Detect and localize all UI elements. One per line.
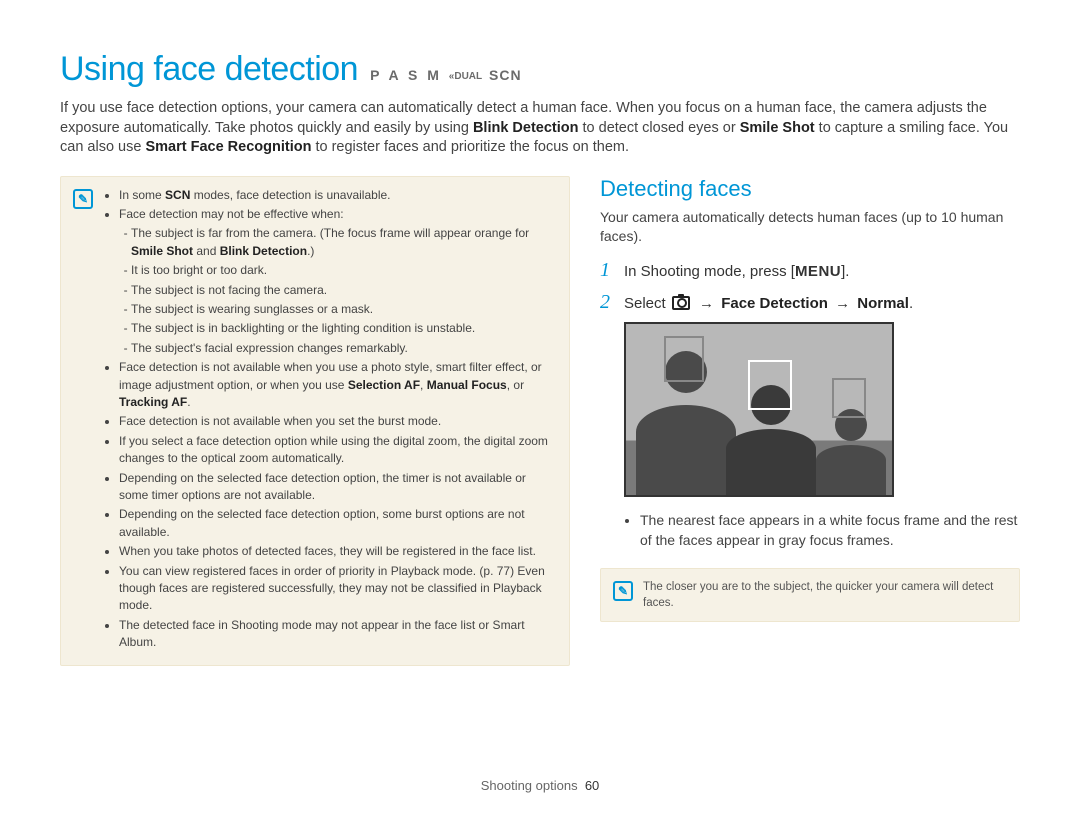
note-item: Face detection may not be effective when… [119, 206, 557, 357]
note-item: You can view registered faces in order o… [119, 563, 557, 615]
focus-frame-gray [664, 336, 704, 382]
note-item: Face detection is not available when you… [119, 413, 557, 430]
note-icon: ✎ [73, 189, 93, 209]
note-item: The detected face in Shooting mode may n… [119, 617, 557, 652]
note-box-right: ✎ The closer you are to the subject, the… [600, 568, 1020, 622]
note-item: Depending on the selected face detection… [119, 506, 557, 541]
note-item: Face detection is not available when you… [119, 359, 557, 411]
note-text: The closer you are to the subject, the q… [643, 579, 1007, 611]
note-subitem: The subject is wearing sunglasses or a m… [131, 301, 557, 318]
step-2: 2 Select → Face Detection → Normal. [600, 291, 1020, 314]
result-bullet: The nearest face appears in a white focu… [640, 511, 1020, 550]
result-bullet-list: The nearest face appears in a white focu… [600, 511, 1020, 550]
note-box-left: ✎ In some SCN modes, face detection is u… [60, 176, 570, 667]
step-number: 2 [600, 291, 614, 314]
right-column: Detecting faces Your camera automaticall… [600, 176, 1020, 667]
note-subitem: The subject's facial expression changes … [131, 340, 557, 357]
note-item: Depending on the selected face detection… [119, 470, 557, 505]
left-column: ✎ In some SCN modes, face detection is u… [60, 176, 570, 667]
step-1: 1 In Shooting mode, press [MENU]. [600, 259, 1020, 282]
intro-paragraph: If you use face detection options, your … [60, 99, 1020, 158]
focus-frame-gray [832, 378, 866, 418]
note-subitem: It is too bright or too dark. [131, 262, 557, 279]
menu-button-label: MENU [795, 263, 841, 280]
footer-section: Shooting options [481, 778, 578, 793]
page-footer: Shooting options 60 [0, 778, 1080, 793]
note-item: In some SCN modes, face detection is una… [119, 187, 557, 204]
page-number: 60 [585, 778, 599, 793]
focus-frame-white [748, 360, 792, 410]
step-number: 1 [600, 259, 614, 282]
mode-letters: P A S M [370, 67, 442, 83]
page-title: Using face detection [60, 50, 358, 89]
person-silhouette [816, 405, 886, 495]
subheading-paragraph: Your camera automatically detects human … [600, 208, 1020, 246]
note-icon: ✎ [613, 581, 633, 601]
page-title-row: Using face detection P A S M «DUAL SCN [60, 50, 1020, 89]
mode-indicators: P A S M «DUAL SCN [370, 67, 522, 83]
note-subitem: The subject is in backlighting or the li… [131, 320, 557, 337]
step-text: Select → Face Detection → Normal. [624, 294, 1020, 314]
note-subitem: The subject is not facing the camera. [131, 282, 557, 299]
note-item: When you take photos of detected faces, … [119, 543, 557, 560]
face-detection-preview [624, 322, 894, 497]
camera-icon [672, 296, 690, 310]
mode-dual: «DUAL [449, 71, 482, 82]
step-text: In Shooting mode, press [MENU]. [624, 262, 1020, 282]
note-item: If you select a face detection option wh… [119, 433, 557, 468]
note-body: In some SCN modes, face detection is una… [103, 187, 557, 654]
subheading-detecting-faces: Detecting faces [600, 176, 1020, 202]
two-column-layout: ✎ In some SCN modes, face detection is u… [60, 176, 1020, 667]
note-subitem: The subject is far from the camera. (The… [131, 225, 557, 260]
mode-scn: SCN [489, 67, 522, 83]
